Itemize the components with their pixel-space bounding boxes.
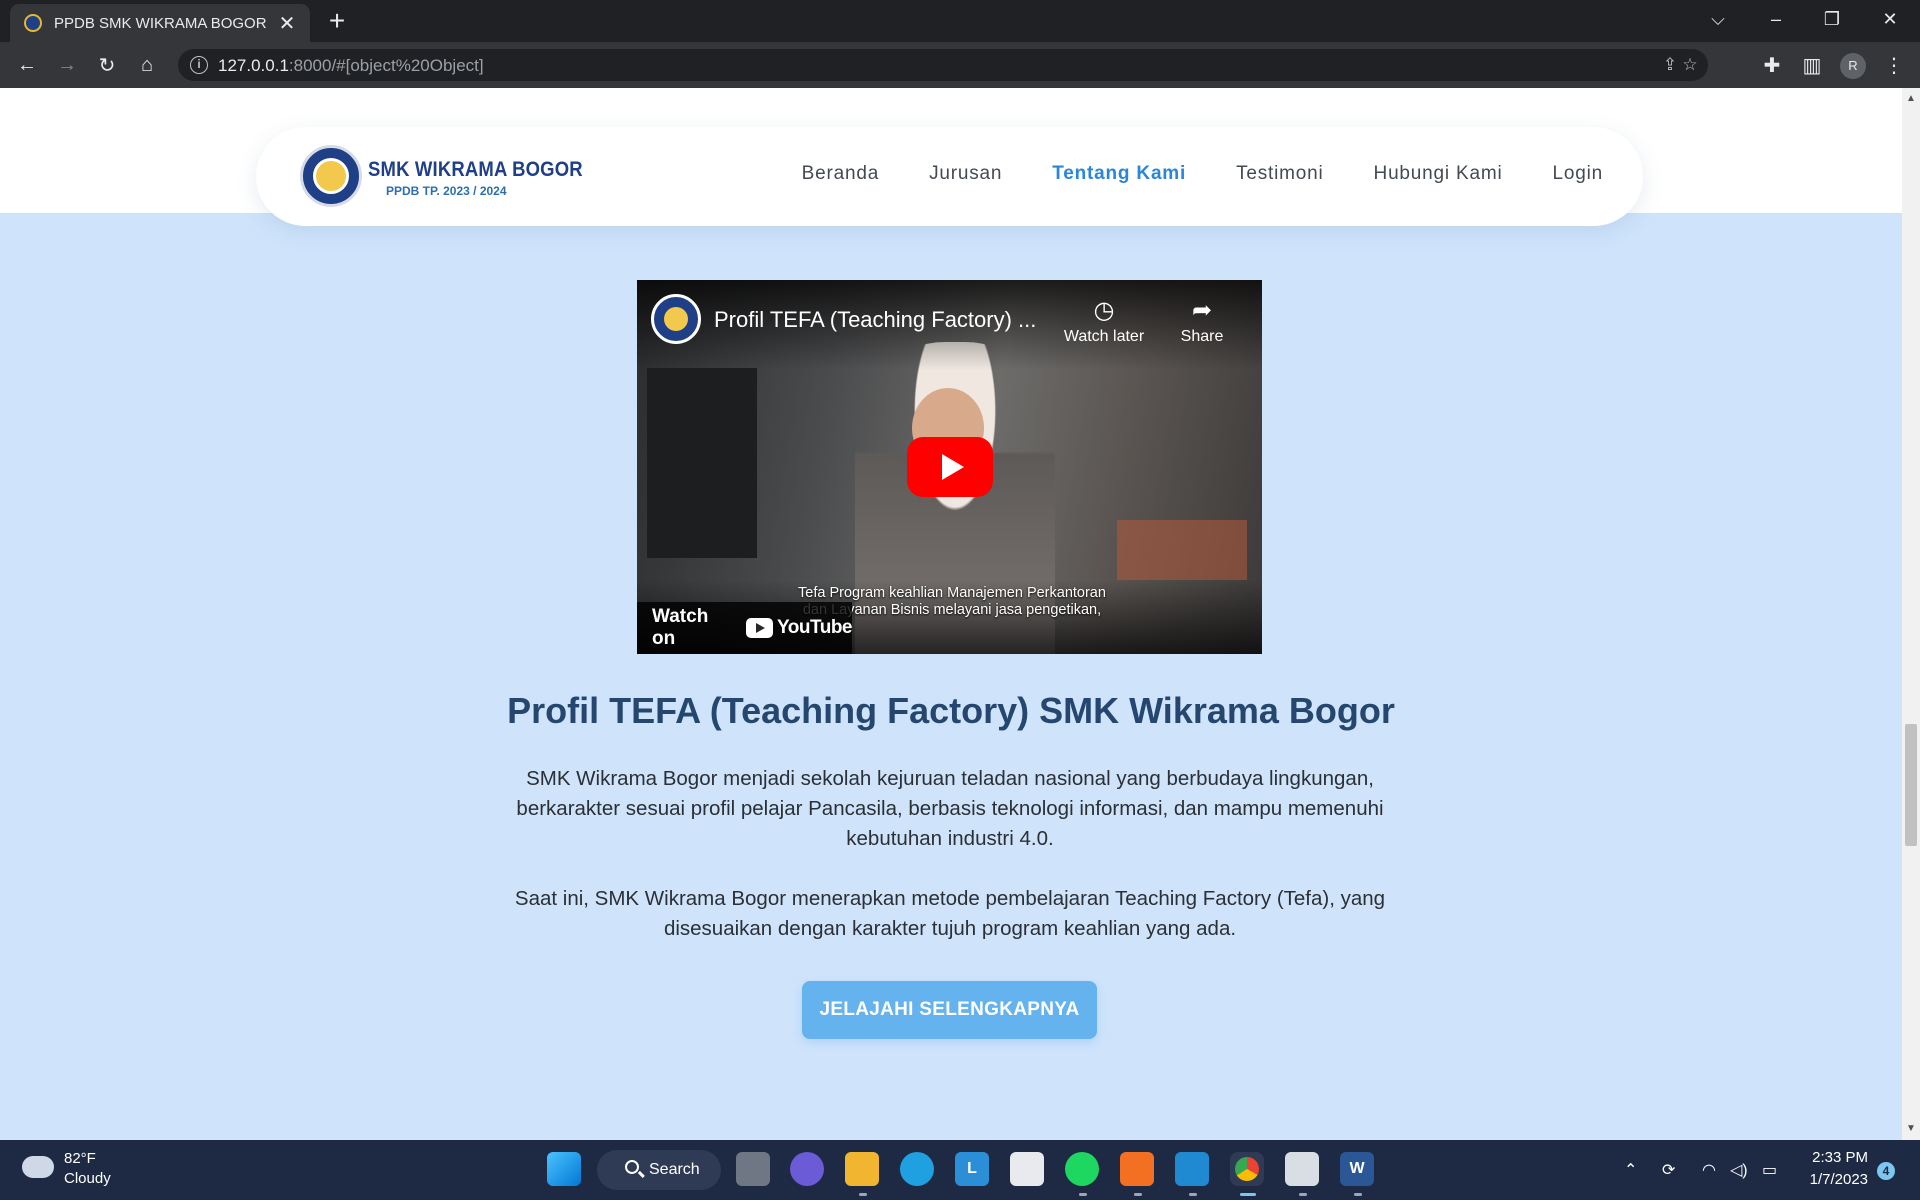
browser-menu-icon[interactable]: ⋮ bbox=[1880, 51, 1908, 79]
home-icon[interactable]: ⌂ bbox=[133, 51, 161, 79]
search-label: Search bbox=[649, 1161, 700, 1178]
watch-on-label: Watch on bbox=[652, 606, 709, 649]
thumbnail-monitor bbox=[647, 368, 757, 558]
nav-link-jurusan[interactable]: Jurusan bbox=[929, 163, 1002, 185]
close-window-button[interactable]: ✕ bbox=[1862, 0, 1918, 38]
school-favicon-icon bbox=[24, 14, 42, 32]
vscode-running-indicator bbox=[1189, 1193, 1197, 1196]
restore-button[interactable]: ❐ bbox=[1804, 0, 1860, 38]
paragraph-tefa: Saat ini, SMK Wikrama Bogor menerapkan m… bbox=[514, 887, 1386, 940]
search-icon-handle bbox=[638, 1170, 645, 1178]
sync-icon[interactable]: ⟳ bbox=[1662, 1160, 1675, 1180]
volume-icon[interactable]: ◁) bbox=[1730, 1160, 1748, 1180]
spotify-icon[interactable] bbox=[1065, 1152, 1099, 1186]
thumbnail-desk-items bbox=[1117, 520, 1247, 580]
bookmark-star-icon[interactable]: ☆ bbox=[1678, 53, 1702, 77]
caption-line-1: Tefa Program keahlian Manajemen Perkanto… bbox=[798, 585, 1106, 601]
url-text[interactable]: 127.0.0.1:8000/#[object%20Object] bbox=[218, 56, 484, 76]
l-app-icon[interactable]: L bbox=[955, 1152, 989, 1186]
clock-date[interactable]: 1/7/2023 bbox=[1790, 1171, 1868, 1188]
weather-temperature[interactable]: 82°F bbox=[64, 1150, 96, 1167]
watch-later-button[interactable]: ◷ Watch later bbox=[1054, 294, 1154, 346]
explorer-running-indicator bbox=[859, 1193, 867, 1196]
page-viewport: SMK WIKRAMA BOGOR PPDB TP. 2023 / 2024 B… bbox=[0, 88, 1902, 1140]
site-navbar: SMK WIKRAMA BOGOR PPDB TP. 2023 / 2024 B… bbox=[256, 127, 1643, 226]
browser-tab[interactable]: PPDB SMK WIKRAMA BOGOR ✕ bbox=[10, 4, 310, 42]
weather-condition[interactable]: Cloudy bbox=[64, 1170, 111, 1187]
youtube-video-embed[interactable]: Profil TEFA (Teaching Factory) ... ◷ Wat… bbox=[637, 280, 1262, 654]
scrollbar-thumb[interactable] bbox=[1905, 724, 1917, 846]
xampp-running-indicator bbox=[1134, 1193, 1142, 1196]
tab-strip: PPDB SMK WIKRAMA BOGOR ✕ + ⌵ – ❐ ✕ bbox=[0, 0, 1920, 42]
clock-time[interactable]: 2:33 PM bbox=[1790, 1149, 1868, 1166]
scroll-down-arrow-icon[interactable]: ▼ bbox=[1902, 1122, 1920, 1136]
nav-link-tentang-kami[interactable]: Tentang Kami bbox=[1052, 163, 1186, 185]
minimize-button[interactable]: – bbox=[1748, 0, 1804, 38]
play-icon bbox=[941, 454, 964, 480]
battery-icon[interactable]: ▭ bbox=[1762, 1160, 1777, 1180]
site-info-icon[interactable]: i bbox=[190, 56, 208, 74]
clock-icon: ◷ bbox=[1093, 297, 1115, 324]
channel-avatar[interactable] bbox=[651, 294, 701, 344]
word-icon[interactable]: W bbox=[1340, 1152, 1374, 1186]
tab-title: PPDB SMK WIKRAMA BOGOR bbox=[54, 14, 267, 32]
play-button[interactable] bbox=[907, 437, 993, 497]
school-logo-icon[interactable] bbox=[300, 145, 362, 207]
spotify-running-indicator bbox=[1079, 1193, 1087, 1196]
start-windows-icon[interactable] bbox=[547, 1152, 581, 1186]
logo-subtitle: PPDB TP. 2023 / 2024 bbox=[386, 184, 507, 198]
cloud-weather-icon[interactable] bbox=[22, 1156, 54, 1178]
side-panel-icon[interactable]: ▥ bbox=[1798, 51, 1826, 79]
notification-count-badge[interactable]: 4 bbox=[1877, 1162, 1895, 1180]
windows-taskbar: 82°F Cloudy Search L W ⌃ ⟳ ◠ ◁) ▭ 2:33 P… bbox=[0, 1140, 1920, 1200]
tab-search-chevron-icon[interactable]: ⌵ bbox=[1690, 0, 1746, 38]
section-heading: Profil TEFA (Teaching Factory) SMK Wikra… bbox=[507, 690, 1395, 731]
edge-browser-icon[interactable] bbox=[900, 1152, 934, 1186]
url-path: :8000/#[object%20Object] bbox=[288, 56, 484, 75]
wifi-icon[interactable]: ◠ bbox=[1702, 1160, 1716, 1180]
scroll-up-arrow-icon[interactable]: ▲ bbox=[1902, 92, 1920, 106]
nav-link-login[interactable]: Login bbox=[1553, 163, 1604, 185]
task-view-icon[interactable] bbox=[736, 1152, 770, 1186]
url-host: 127.0.0.1 bbox=[218, 56, 289, 75]
profile-avatar[interactable]: R bbox=[1840, 53, 1866, 79]
share-button[interactable]: ➦ Share bbox=[1152, 294, 1252, 346]
xampp-icon[interactable] bbox=[1120, 1152, 1154, 1186]
reload-icon[interactable]: ↻ bbox=[93, 51, 121, 79]
close-tab-icon[interactable]: ✕ bbox=[276, 11, 298, 36]
share-label: Share bbox=[1180, 328, 1224, 345]
youtube-wordmark: YouTube bbox=[777, 617, 852, 638]
word-running-indicator bbox=[1354, 1193, 1362, 1196]
share-arrow-icon: ➦ bbox=[1191, 297, 1213, 324]
logo-title[interactable]: SMK WIKRAMA BOGOR bbox=[368, 158, 583, 182]
explore-more-button[interactable]: JELAJAHI SELENGKAPNYA bbox=[802, 981, 1097, 1039]
nav-link-testimoni[interactable]: Testimoni bbox=[1236, 163, 1323, 185]
teams-chat-icon[interactable] bbox=[790, 1152, 824, 1186]
snipping-running-indicator bbox=[1299, 1193, 1307, 1196]
chrome-active-indicator bbox=[1240, 1193, 1256, 1196]
watch-later-label: Watch later bbox=[1063, 328, 1145, 345]
nav-links: Beranda Jurusan Tentang Kami Testimoni H… bbox=[802, 163, 1603, 185]
extensions-puzzle-icon[interactable]: ✚ bbox=[1758, 51, 1786, 79]
video-title[interactable]: Profil TEFA (Teaching Factory) ... bbox=[714, 307, 1036, 333]
browser-toolbar: ← → ↻ ⌂ i 127.0.0.1:8000/#[object%20Obje… bbox=[0, 42, 1920, 88]
address-bar[interactable]: i 127.0.0.1:8000/#[object%20Object] ⇪ ☆ bbox=[178, 49, 1708, 81]
search-icon bbox=[625, 1160, 639, 1174]
microsoft-store-icon[interactable] bbox=[1010, 1152, 1044, 1186]
nav-link-hubungi-kami[interactable]: Hubungi Kami bbox=[1374, 163, 1503, 185]
file-explorer-icon[interactable] bbox=[845, 1152, 879, 1186]
taskbar-search[interactable]: Search bbox=[597, 1150, 721, 1190]
page-scrollbar[interactable]: ▲ ▼ bbox=[1902, 88, 1920, 1140]
youtube-logo-icon bbox=[746, 618, 774, 638]
paragraph-vision: SMK Wikrama Bogor menjadi sekolah kejuru… bbox=[516, 767, 1384, 850]
nav-link-beranda[interactable]: Beranda bbox=[802, 163, 879, 185]
forward-arrow-icon[interactable]: → bbox=[53, 51, 81, 79]
show-hidden-icons-chevron-icon[interactable]: ⌃ bbox=[1624, 1160, 1637, 1180]
back-arrow-icon[interactable]: ← bbox=[13, 51, 41, 79]
watch-on-youtube-link[interactable]: Watch on YouTube bbox=[637, 602, 852, 654]
new-tab-button[interactable]: + bbox=[322, 6, 352, 36]
chrome-icon[interactable] bbox=[1230, 1152, 1264, 1186]
snipping-tool-icon[interactable] bbox=[1285, 1152, 1319, 1186]
vscode-icon[interactable] bbox=[1175, 1152, 1209, 1186]
